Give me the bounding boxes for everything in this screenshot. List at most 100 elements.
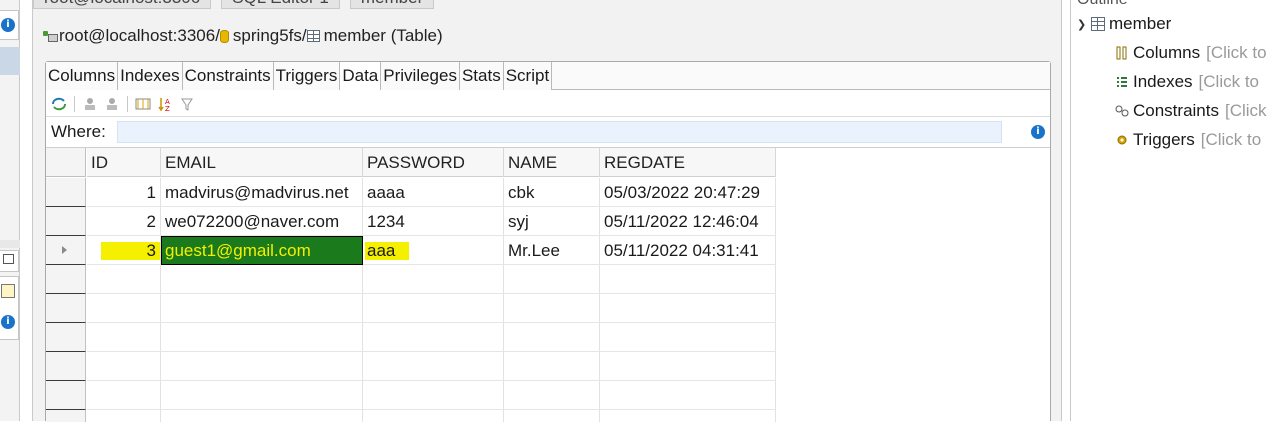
connection-icon — [43, 30, 58, 42]
cell-password[interactable]: aaa — [363, 236, 504, 265]
row-header[interactable] — [46, 207, 86, 236]
column-header-regdate[interactable]: REGDATE — [600, 148, 776, 177]
left-side-panel: i i — [0, 0, 20, 421]
tab-privileges[interactable]: Privileges — [381, 62, 460, 90]
outline-root[interactable]: ❯ member — [1077, 12, 1171, 36]
tab-triggers[interactable]: Triggers — [273, 62, 341, 90]
empty-cell — [87, 323, 161, 352]
filter-icon[interactable] — [178, 95, 196, 113]
breadcrumb: root@localhost:3306/ spring5fs/ member (… — [43, 24, 443, 48]
tab-indexes[interactable]: Indexes — [118, 62, 183, 90]
cell-regdate[interactable]: 05/11/2022 12:46:04 — [600, 207, 776, 236]
outline-title: Outline — [1077, 0, 1128, 8]
insert-row-icon[interactable] — [81, 95, 99, 113]
cell-id[interactable]: 1 — [87, 178, 161, 207]
editor-tab-connection[interactable]: root@localhost:3306 — [33, 0, 212, 9]
row-header[interactable] — [46, 178, 86, 207]
outline-item-indexes[interactable]: Indexes [Click to — [1115, 70, 1259, 94]
empty-cell — [161, 323, 363, 352]
tab-stats[interactable]: Stats — [459, 62, 504, 90]
row-header — [46, 323, 86, 352]
tab-script[interactable]: Script — [503, 62, 553, 90]
cell-name[interactable]: Mr.Lee — [504, 236, 600, 265]
info-icon[interactable]: i — [1, 18, 15, 32]
cell-regdate[interactable]: 05/11/2022 04:31:41 — [600, 236, 776, 265]
toolbar-separator — [127, 95, 128, 112]
empty-row — [46, 323, 1050, 352]
breadcrumb-connection: root@localhost:3306/ — [59, 26, 220, 45]
column-header-id[interactable]: ID — [87, 148, 161, 177]
info-icon[interactable]: i — [1031, 125, 1045, 139]
editor-tab-member[interactable]: member — [349, 0, 435, 9]
data-toolbar: AZ — [46, 91, 1050, 117]
table-tabs: Columns Indexes Constraints Triggers Dat… — [46, 62, 1050, 90]
cell-id[interactable]: 2 — [87, 207, 161, 236]
left-panel-divider — [0, 240, 20, 248]
columns-icon — [1115, 46, 1129, 60]
column-header-name[interactable]: NAME — [504, 148, 600, 177]
sort-az-icon[interactable]: AZ — [156, 95, 174, 113]
empty-cell — [504, 381, 600, 410]
empty-cell — [600, 410, 776, 422]
left-panel-restore[interactable] — [0, 250, 19, 272]
tab-constraints[interactable]: Constraints — [182, 62, 274, 90]
outline-item-triggers[interactable]: Triggers [Click to — [1115, 128, 1261, 152]
empty-cell — [161, 294, 363, 323]
cell-regdate[interactable]: 05/03/2022 20:47:29 — [600, 178, 776, 207]
cell-password[interactable]: 1234 — [363, 207, 504, 236]
refresh-icon[interactable] — [50, 95, 68, 113]
cell-id[interactable]: 3 — [87, 236, 161, 265]
outline-item-label: Triggers — [1133, 130, 1195, 149]
empty-cell — [504, 323, 600, 352]
empty-cell — [363, 265, 504, 294]
empty-cell — [87, 352, 161, 381]
column-header-password[interactable]: PASSWORD — [363, 148, 504, 177]
cell-email[interactable]: madvirus@madvirus.net — [161, 178, 363, 207]
empty-row — [46, 294, 1050, 323]
empty-cell — [504, 410, 600, 422]
outline-item-columns[interactable]: Columns [Click to — [1115, 41, 1267, 65]
empty-row — [46, 265, 1050, 294]
filter-columns-icon[interactable] — [134, 95, 152, 113]
editor-tab-sql-editor[interactable]: SQL Editor 1 — [221, 0, 340, 9]
left-panel-selection[interactable] — [0, 47, 20, 75]
current-row-marker-icon — [62, 246, 67, 254]
restore-icon[interactable] — [3, 254, 14, 264]
row-header[interactable] — [46, 236, 86, 265]
column-header-email[interactable]: EMAIL — [161, 148, 363, 177]
empty-cell — [363, 381, 504, 410]
empty-cell — [504, 265, 600, 294]
empty-cell — [363, 410, 504, 422]
outline-item-hint: [Click to — [1198, 72, 1260, 91]
tab-columns[interactable]: Columns — [46, 62, 119, 90]
cell-password[interactable]: aaaa — [363, 178, 504, 207]
constraints-icon — [1115, 104, 1129, 118]
chevron-down-icon[interactable]: ❯ — [1077, 18, 1091, 31]
empty-cell — [600, 265, 776, 294]
cell-name[interactable]: cbk — [504, 178, 600, 207]
toolbar-separator — [74, 95, 75, 112]
calendar-icon[interactable] — [1, 284, 15, 298]
outline-item-constraints[interactable]: Constraints [Click — [1115, 99, 1267, 123]
cell-email[interactable]: we072200@naver.com — [161, 207, 363, 236]
empty-cell — [600, 294, 776, 323]
table-row-selected[interactable]: 3 guest1@gmail.com aaa Mr.Lee 05/11/2022… — [46, 236, 1050, 265]
table-icon — [1091, 17, 1105, 31]
empty-row — [46, 410, 1050, 422]
database-icon — [219, 29, 229, 43]
cell-name[interactable]: syj — [504, 207, 600, 236]
table-panel: Columns Indexes Constraints Triggers Dat… — [45, 61, 1051, 422]
table-row[interactable]: 1 madvirus@madvirus.net aaaa cbk 05/03/2… — [46, 178, 1050, 207]
corner-cell[interactable] — [46, 148, 86, 177]
info-icon[interactable]: i — [1, 315, 15, 329]
empty-cell — [87, 294, 161, 323]
where-input[interactable] — [117, 121, 1002, 143]
empty-cell — [161, 410, 363, 422]
delete-row-icon[interactable] — [103, 95, 121, 113]
outline-item-hint: [Click — [1224, 101, 1267, 120]
tab-data[interactable]: Data — [340, 62, 382, 90]
cell-email-selected[interactable]: guest1@gmail.com — [161, 236, 363, 265]
table-row[interactable]: 2 we072200@naver.com 1234 syj 05/11/2022… — [46, 207, 1050, 236]
gear-icon — [1115, 133, 1129, 147]
table-header-row: ID EMAIL PASSWORD NAME REGDATE — [46, 148, 1050, 177]
